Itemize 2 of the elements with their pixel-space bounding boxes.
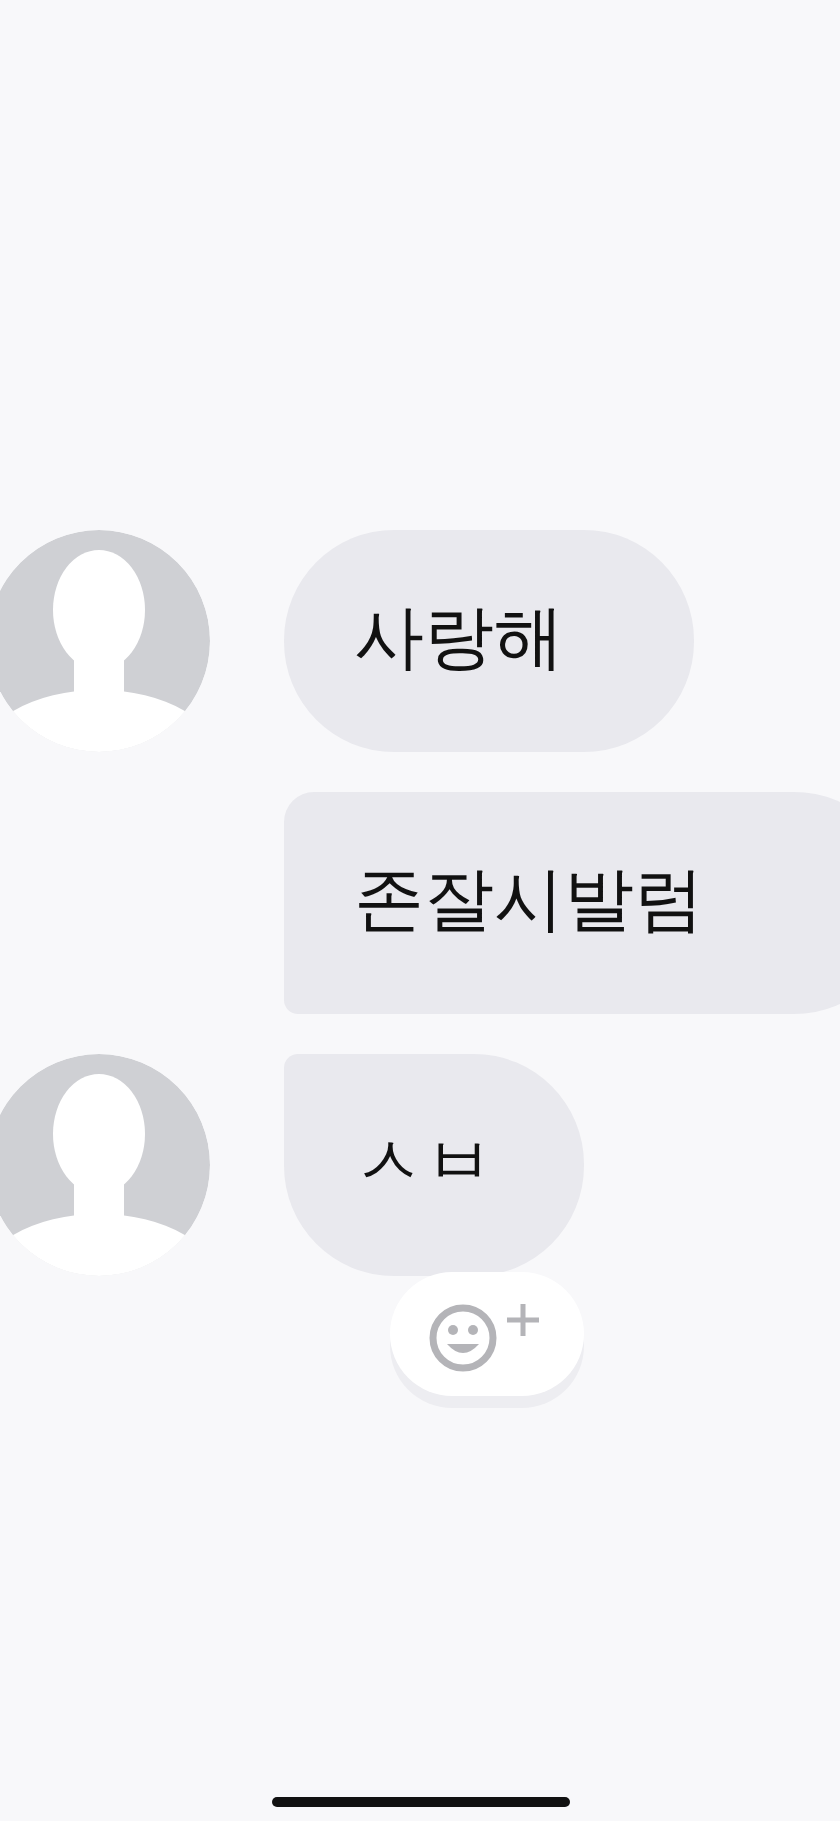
message-bubble: 사랑해 — [284, 530, 694, 752]
message-bubble: 존잘시발럼 — [284, 792, 840, 1014]
